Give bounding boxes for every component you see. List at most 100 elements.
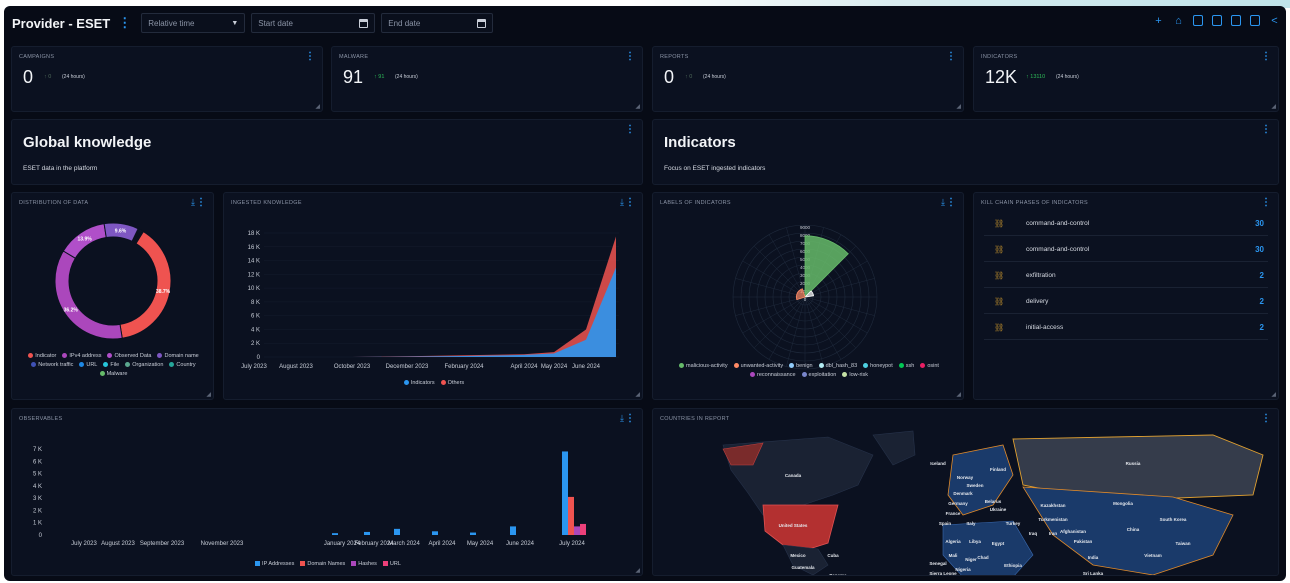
- legend-item[interactable]: Organization: [125, 362, 163, 368]
- legend-item[interactable]: Domain Names: [300, 561, 345, 567]
- toolbar-icons: + ⌂ <: [1153, 15, 1280, 27]
- y-tick-label: 10 K: [248, 286, 260, 292]
- map-country-label: Iran: [1049, 531, 1058, 536]
- legend-item[interactable]: dbl_hash_83: [818, 363, 857, 369]
- kill-chain-count: 2: [1259, 323, 1264, 332]
- panel-menu-icon[interactable]: ⋮: [305, 51, 315, 62]
- radar-spoke: [753, 296, 806, 349]
- copy-icon[interactable]: [1193, 15, 1203, 26]
- kill-chain-label: command-and-control: [1026, 220, 1090, 227]
- map-country-label: Afghanistan: [1060, 529, 1086, 534]
- resize-handle-icon[interactable]: ◢: [315, 103, 320, 110]
- legend-swatch: [255, 561, 261, 567]
- legend-item[interactable]: honeypot: [863, 363, 893, 369]
- legend-item[interactable]: Others: [440, 380, 464, 386]
- legend-swatch: [789, 363, 795, 369]
- legend-item[interactable]: Indicator: [28, 353, 56, 359]
- panel-menu-icon[interactable]: ⋮: [1261, 197, 1271, 208]
- panel-title: COUNTRIES IN REPORT: [660, 416, 730, 422]
- kpi-value: 0: [664, 67, 675, 87]
- kpi-value: 0: [23, 67, 34, 87]
- panel-menu-icon[interactable]: ⋮: [1261, 413, 1271, 424]
- legend-item[interactable]: Malware: [99, 371, 127, 377]
- x-tick-label: May 2024: [467, 541, 494, 547]
- kill-chain-row[interactable]: ⛓ delivery 2: [984, 290, 1268, 314]
- share-link-icon[interactable]: <: [1269, 15, 1280, 27]
- y-tick-label: 12 K: [248, 272, 260, 278]
- panel-menu-icon[interactable]: ⋮: [625, 51, 635, 62]
- legend-item[interactable]: Observed Data: [107, 353, 151, 359]
- panel-menu-icon[interactable]: ⋮: [1261, 124, 1271, 135]
- legend-item[interactable]: IP Addresses: [255, 561, 294, 567]
- end-date-input[interactable]: End date: [381, 13, 494, 33]
- legend-label: Country: [176, 362, 196, 368]
- resize-handle-icon[interactable]: ◢: [1271, 103, 1276, 110]
- legend-item[interactable]: osint: [920, 363, 939, 369]
- kpi-campaigns: CAMPAIGNS ⋮ 0 ↑ 0 (24 hours) ◢: [11, 46, 323, 112]
- legend-item[interactable]: ssh: [898, 363, 914, 369]
- legend-item[interactable]: Domain name: [157, 353, 199, 359]
- donut-slice: [54, 250, 123, 340]
- kill-chain-row[interactable]: ⛓ exfiltration 2: [984, 264, 1268, 288]
- world-map[interactable]: Canada United States Mexico Cuba Guatemala Pa…: [653, 425, 1279, 576]
- legend-label: IP Addresses: [262, 561, 295, 567]
- kill-chain-row[interactable]: ⛓ command-and-control 30: [984, 212, 1268, 236]
- kpi-period: (24 hours): [395, 74, 418, 80]
- panel-menu-icon[interactable]: ⋮: [946, 51, 956, 62]
- legend-item[interactable]: IPv4 address: [62, 353, 101, 359]
- export-icon[interactable]: [1231, 15, 1241, 26]
- start-date-input[interactable]: Start date: [251, 13, 376, 33]
- bar: [562, 451, 568, 535]
- legend-item[interactable]: Country: [169, 362, 196, 368]
- map-country-label: Iraq: [1029, 531, 1038, 536]
- kpi-delta: ↑ 0: [44, 74, 52, 80]
- panel-menu-icon[interactable]: ⋮: [625, 124, 635, 135]
- kill-chain-row[interactable]: ⛓ initial-access 2: [984, 316, 1268, 340]
- resize-handle-icon[interactable]: ◢: [956, 391, 961, 398]
- x-tick-label: February 2024: [444, 364, 484, 370]
- legend-swatch: [863, 363, 869, 369]
- legend-item[interactable]: low-risk: [842, 372, 868, 378]
- legend-item[interactable]: Hashes: [351, 561, 377, 567]
- legend-item[interactable]: URL: [382, 561, 401, 567]
- legend-item[interactable]: URL: [79, 362, 97, 368]
- pdf-icon[interactable]: [1250, 15, 1260, 26]
- x-tick-label: December 2023: [386, 364, 429, 370]
- y-tick-label: 16 K: [248, 245, 260, 251]
- legend-item[interactable]: File: [103, 362, 119, 368]
- map-country-label: Canada: [785, 473, 802, 478]
- plus-icon[interactable]: +: [1153, 15, 1164, 27]
- map-country-label: Germany: [948, 501, 968, 506]
- legend-swatch: [169, 362, 175, 368]
- legend-swatch: [842, 372, 848, 378]
- legend-item[interactable]: unwanted-activity: [733, 363, 783, 369]
- panel-menu-icon[interactable]: ⋮: [1261, 51, 1271, 62]
- legend-swatch: [920, 363, 926, 369]
- title-menu-icon[interactable]: ⋮: [118, 15, 131, 31]
- map-country-label: Nigeria: [955, 567, 971, 572]
- y-tick-label: 2 K: [33, 508, 42, 514]
- kill-chain-row[interactable]: ⛓ command-and-control 30: [984, 238, 1268, 262]
- legend-item[interactable]: exploitation: [801, 372, 836, 378]
- legend-swatch: [62, 353, 68, 359]
- save-icon[interactable]: [1212, 15, 1222, 26]
- resize-handle-icon[interactable]: ◢: [1271, 391, 1276, 398]
- kill-chain-label: exfiltration: [1026, 272, 1056, 279]
- resize-handle-icon[interactable]: ◢: [635, 567, 640, 574]
- legend-item[interactable]: benign: [789, 363, 813, 369]
- legend-item[interactable]: reconnaissance: [750, 372, 796, 378]
- resize-handle-icon[interactable]: ◢: [635, 391, 640, 398]
- map-country-label: Pakistan: [1074, 539, 1093, 544]
- legend-item[interactable]: Indicators: [403, 380, 435, 386]
- share-icon[interactable]: ⌂: [1173, 15, 1184, 27]
- resize-handle-icon[interactable]: ◢: [206, 391, 211, 398]
- map-country-label: Sweden: [966, 483, 983, 488]
- resize-handle-icon[interactable]: ◢: [956, 103, 961, 110]
- legend-swatch: [403, 380, 409, 386]
- kpi-malware: MALWARE ⋮ 91 ↑ 91 (24 hours) ◢: [331, 46, 643, 112]
- resize-handle-icon[interactable]: ◢: [635, 103, 640, 110]
- relative-time-select[interactable]: Relative time ▼: [141, 13, 246, 33]
- legend-item[interactable]: Network traffic: [31, 362, 73, 368]
- continent-greenland: [872, 430, 916, 466]
- legend-item[interactable]: malicious-activity: [679, 363, 728, 369]
